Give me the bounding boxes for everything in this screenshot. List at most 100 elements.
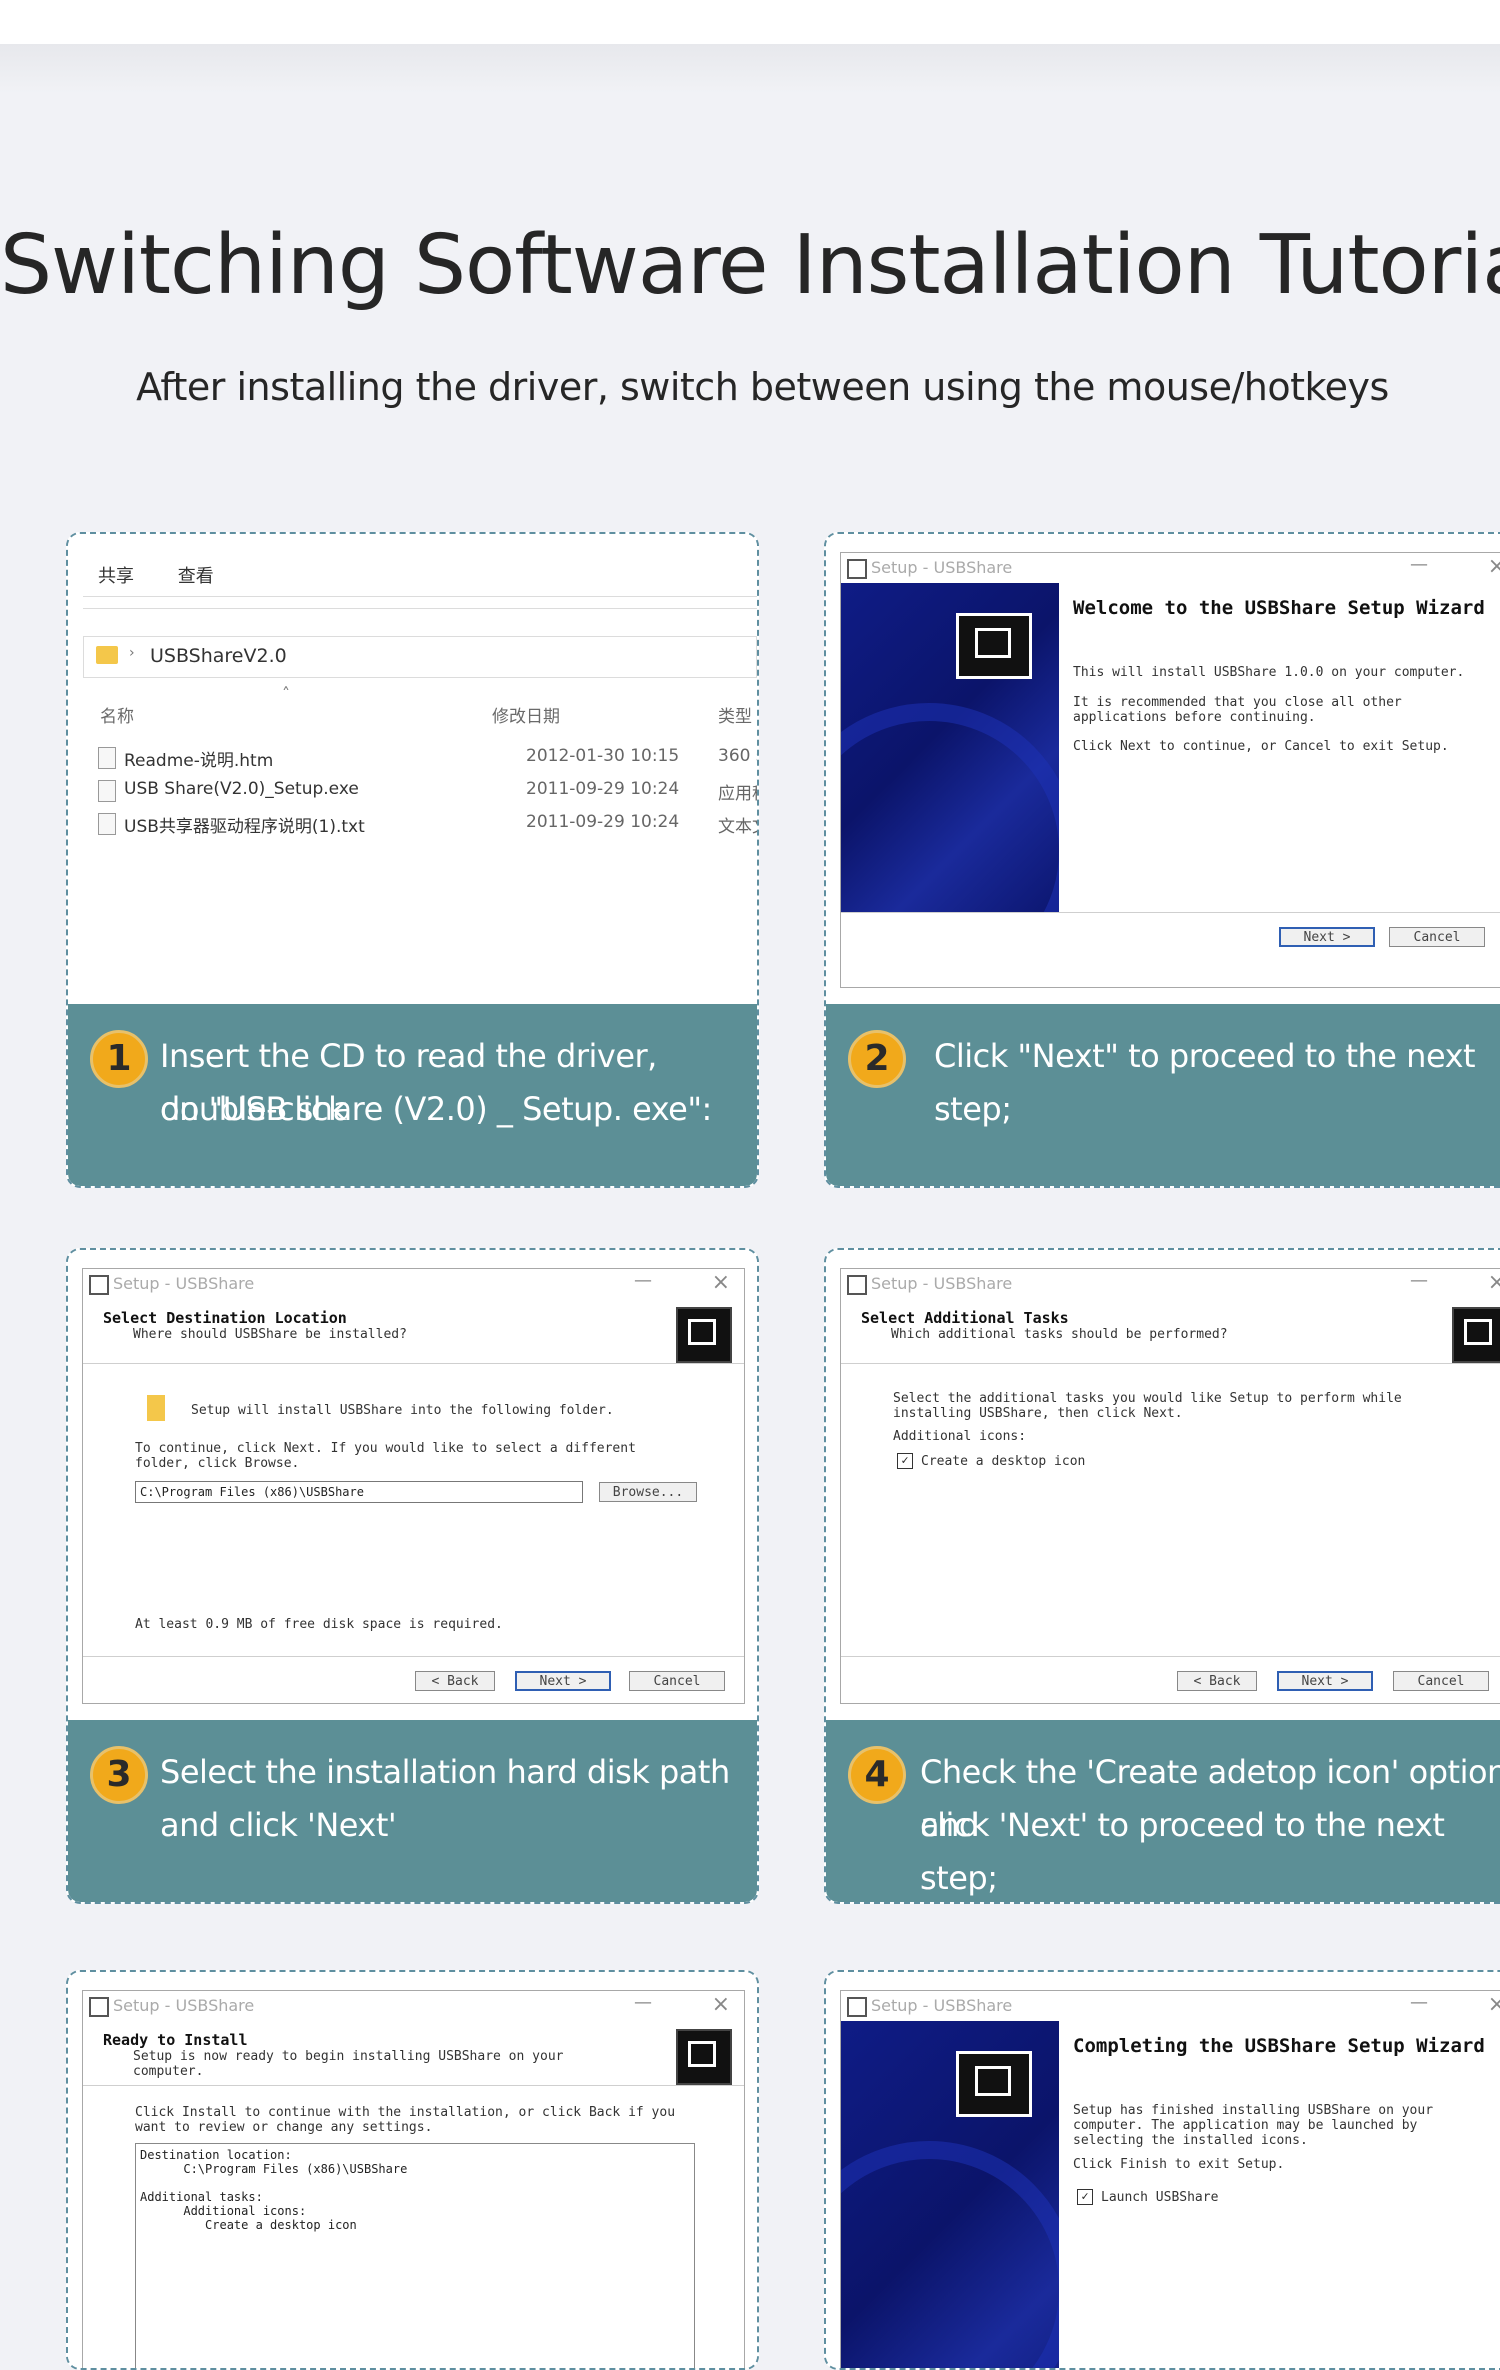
destination-screenshot: Setup - USBShare — × Select Destination … <box>68 1250 757 1724</box>
file-row[interactable]: USB Share(V2.0)_Setup.exe 2011-09-29 10:… <box>98 775 757 807</box>
step-number-badge: 4 <box>848 1746 906 1804</box>
setup-window: Setup - USBShare — × Select Additional T… <box>840 1268 1500 1704</box>
exe-file-icon <box>98 780 116 802</box>
column-name[interactable]: 名称 <box>100 702 134 727</box>
close-icon[interactable]: × <box>712 1270 730 1295</box>
folder-icon <box>147 1395 165 1421</box>
wizard-side-panel <box>841 2021 1059 2368</box>
file-type: 360 s <box>718 746 757 766</box>
wizard-text: Click Finish to exit Setup. <box>1073 2157 1285 2172</box>
wizard-heading: Completing the USBShare Setup Wizard <box>1073 2035 1485 2057</box>
minimize-icon[interactable]: — <box>634 1270 652 1291</box>
browse-button[interactable]: Browse... <box>599 1482 697 1502</box>
minimize-icon[interactable]: — <box>634 1992 652 2013</box>
explorer-screenshot: 共享 查看 › USBShareV2.0 ˄ 名称 修改日期 类型 Readme… <box>68 534 757 1008</box>
ribbon-tab-view[interactable]: 查看 <box>178 566 214 587</box>
window-title: Setup - USBShare <box>871 1996 1013 2015</box>
wizard-subheading: Where should USBShare be installed? <box>133 1327 407 1342</box>
usbshare-logo-icon <box>956 613 1032 679</box>
step-text-line1: Select the installation hard disk path <box>160 1753 730 1791</box>
file-row[interactable]: USB共享器驱动程序说明(1).txt 2011-09-29 10:24 文本文 <box>98 808 757 840</box>
column-date[interactable]: 修改日期 <box>492 702 560 727</box>
back-button[interactable]: < Back <box>1177 1671 1257 1691</box>
back-button[interactable]: < Back <box>415 1671 495 1691</box>
minimize-icon[interactable]: — <box>1410 1270 1428 1291</box>
setup-window: Setup - USBShare — × Ready to Install Se… <box>82 1990 745 2368</box>
page-subtitle: After installing the driver, switch betw… <box>136 365 1389 409</box>
install-path-field[interactable]: C:\Program Files (x86)\USBShare <box>135 1481 583 1503</box>
usbshare-logo-icon <box>956 2051 1032 2117</box>
next-button[interactable]: Next > <box>515 1671 611 1691</box>
next-button[interactable]: Next > <box>1279 927 1375 947</box>
complete-screenshot: Setup - USBShare — × Completing the USBS… <box>826 1972 1500 2368</box>
step-text-line2: on "USB share (V2.0) _ Setup. exe": <box>160 1090 712 1128</box>
folder-icon <box>96 646 118 664</box>
window-title: Setup - USBShare <box>113 1274 255 1293</box>
wizard-text: Click Next to continue, or Cancel to exi… <box>1073 739 1449 754</box>
close-icon[interactable]: × <box>712 1992 730 2017</box>
ribbon-tab-share[interactable]: 共享 <box>98 566 134 587</box>
wizard-heading: Select Destination Location <box>103 1309 347 1327</box>
disk-space-note: At least 0.9 MB of free disk space is re… <box>135 1617 503 1632</box>
column-type[interactable]: 类型 <box>718 702 752 727</box>
tasks-screenshot: Setup - USBShare — × Select Additional T… <box>826 1250 1500 1724</box>
desktop-icon-option[interactable]: Create a desktop icon <box>921 1454 1085 1469</box>
cancel-button[interactable]: Cancel <box>629 1671 725 1691</box>
usbshare-logo-icon <box>1452 1307 1500 1363</box>
wizard-heading: Ready to Install <box>103 2031 248 2049</box>
cancel-button[interactable]: Cancel <box>1389 927 1485 947</box>
wizard-header: Ready to Install Setup is now ready to b… <box>83 2021 744 2086</box>
file-date: 2011-09-29 10:24 <box>526 779 680 799</box>
file-row[interactable]: Readme-说明.htm 2012-01-30 10:15 360 s <box>98 742 757 774</box>
setup-window: Setup - USBShare — × Select Destination … <box>82 1268 745 1704</box>
minimize-icon[interactable]: — <box>1410 554 1428 575</box>
checkbox-checked-icon[interactable]: ✓ <box>1077 2189 1093 2205</box>
next-button[interactable]: Next > <box>1277 1671 1373 1691</box>
setup-app-icon <box>847 559 867 579</box>
wizard-heading: Select Additional Tasks <box>861 1309 1069 1327</box>
address-bar[interactable]: › USBShareV2.0 <box>83 636 757 678</box>
minimize-icon[interactable]: — <box>1410 1992 1428 2013</box>
ready-screenshot: Setup - USBShare — × Ready to Install Se… <box>68 1972 757 2368</box>
checkbox-checked-icon[interactable]: ✓ <box>897 1453 913 1469</box>
usbshare-logo-icon <box>676 1307 732 1363</box>
step-caption: 3 Select the installation hard disk path… <box>68 1720 757 1902</box>
wizard-text: Setup has finished installing USBShare o… <box>1073 2103 1434 2148</box>
launch-option[interactable]: Launch USBShare <box>1101 2190 1218 2205</box>
window-title: Setup - USBShare <box>871 558 1013 577</box>
wizard-heading: Welcome to the USBShare Setup Wizard <box>1073 597 1485 619</box>
close-icon[interactable]: × <box>1488 1270 1500 1295</box>
page-title: Switching Software Installation Tutorial <box>0 218 1500 313</box>
step-caption: 4 Check the 'Create adetop icon' option … <box>826 1720 1500 1902</box>
setup-window: Setup - USBShare — × Welcome to the USBS… <box>840 552 1500 988</box>
setup-app-icon <box>89 1997 109 2017</box>
close-icon[interactable]: × <box>1488 1992 1500 2017</box>
footer-divider <box>841 912 1500 913</box>
wizard-graphic <box>841 2141 1059 2368</box>
wizard-text: Setup will install USBShare into the fol… <box>191 1403 614 1418</box>
setup-app-icon <box>847 1275 867 1295</box>
setup-app-icon <box>89 1275 109 1295</box>
cancel-button[interactable]: Cancel <box>1393 1671 1489 1691</box>
window-title: Setup - USBShare <box>113 1996 255 2015</box>
window-titlebar: Setup - USBShare — × <box>83 1991 744 2021</box>
footer-divider <box>841 1656 1500 1657</box>
step-number-badge: 1 <box>90 1030 148 1088</box>
step-number-badge: 2 <box>848 1030 906 1088</box>
step-caption: 1 Insert the CD to read the driver, doub… <box>68 1004 757 1186</box>
window-title: Setup - USBShare <box>871 1274 1013 1293</box>
step-text-line2: click 'Next' to proceed to the next step… <box>920 1806 1445 1897</box>
file-name: Readme-说明.htm <box>124 751 274 771</box>
wizard-graphic <box>841 703 1059 913</box>
wizard-text: This will install USBShare 1.0.0 on your… <box>1073 665 1465 680</box>
wizard-subheading: Setup is now ready to begin installing U… <box>133 2049 564 2079</box>
step-text-line2: and click 'Next' <box>160 1806 397 1844</box>
setup-window: Setup - USBShare — × Completing the USBS… <box>840 1990 1500 2368</box>
wizard-text: Select the additional tasks you would li… <box>893 1391 1402 1421</box>
wizard-text: Click Install to continue with the insta… <box>135 2105 676 2135</box>
ribbon-divider-2 <box>83 608 757 609</box>
install-summary-memo[interactable]: Destination location: C:\Program Files (… <box>135 2143 695 2368</box>
close-icon[interactable]: × <box>1488 554 1500 579</box>
file-name: USB共享器驱动程序说明(1).txt <box>124 817 365 837</box>
step-text-line1: Click "Next" to proceed to the next step… <box>934 1037 1476 1128</box>
